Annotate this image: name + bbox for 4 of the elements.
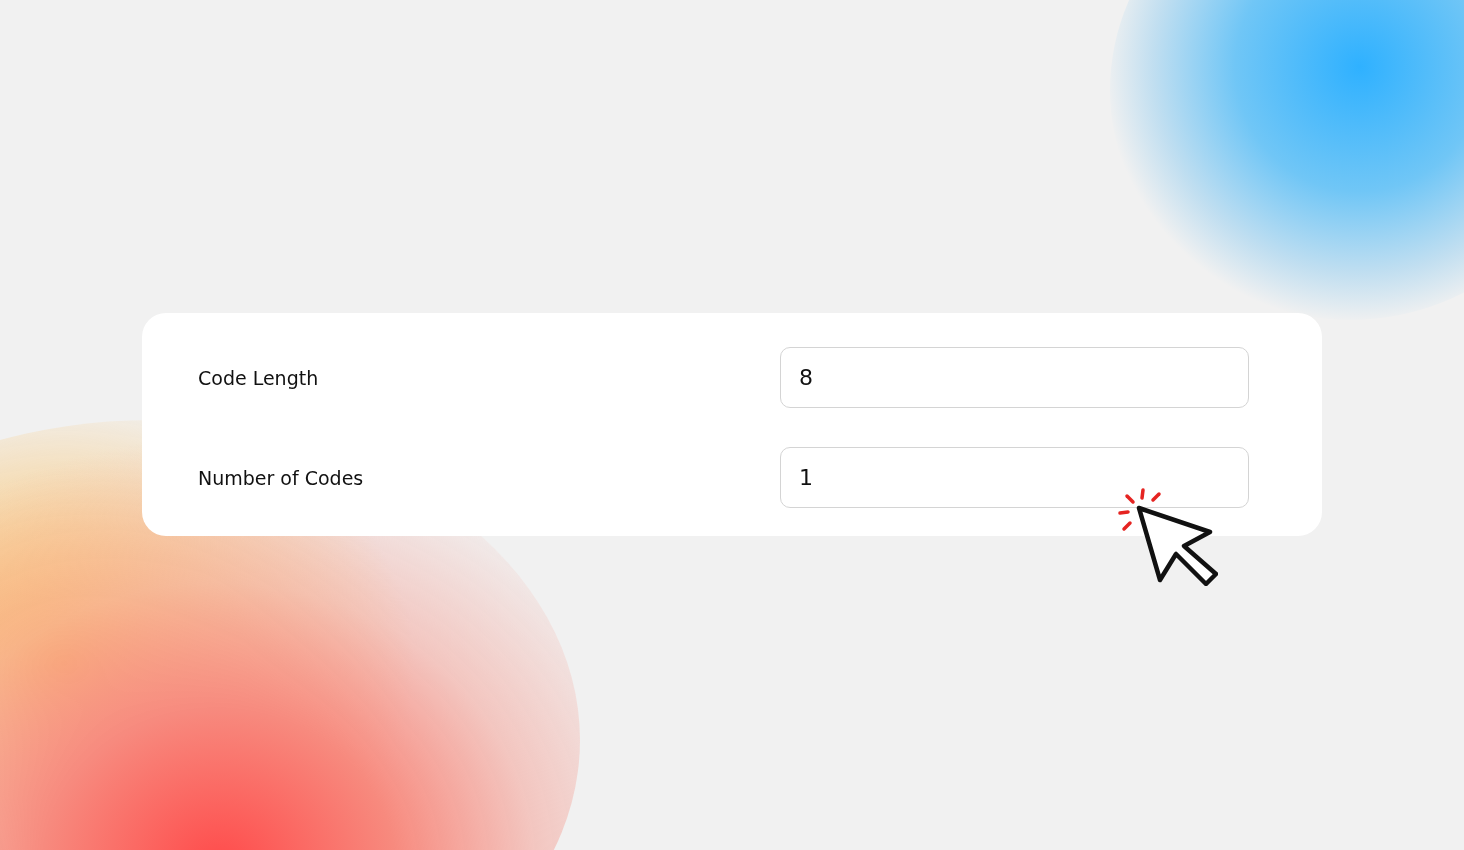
field-label: Code Length (198, 366, 320, 389)
input-field[interactable]: 8 (780, 347, 1249, 408)
input-field[interactable]: 1 (780, 447, 1249, 508)
field-label: Number of Codes (198, 466, 365, 489)
